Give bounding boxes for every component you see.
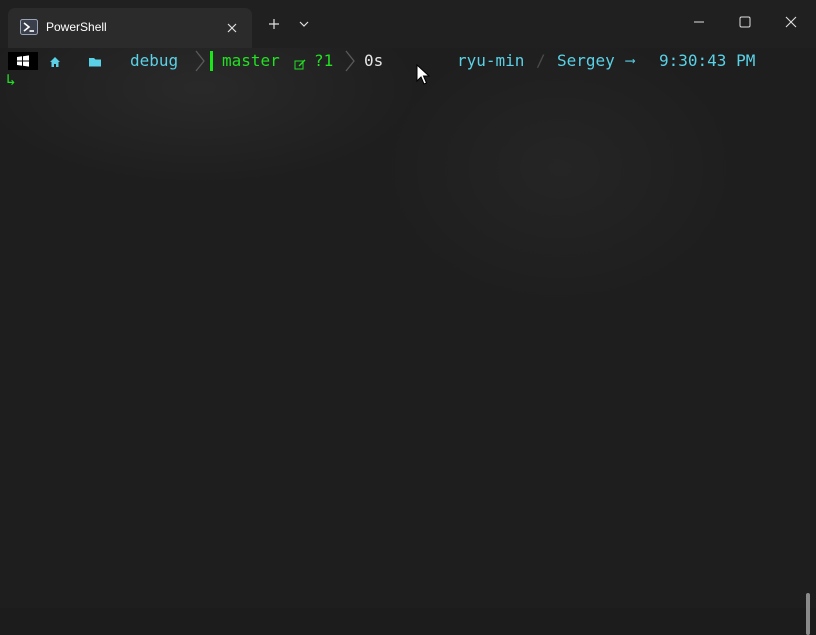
segment-separator <box>195 50 205 72</box>
segment-separator <box>345 50 355 72</box>
clock: 9:30:43 PM <box>659 51 756 70</box>
scrollbar[interactable] <box>806 593 810 635</box>
command-duration: 0s <box>364 51 384 70</box>
maximize-icon[interactable] <box>722 6 768 38</box>
powershell-icon <box>20 19 38 35</box>
git-branch-icon <box>210 51 213 71</box>
user-name: Sergey <box>557 51 615 70</box>
git-untracked-count: ?1 <box>314 51 334 70</box>
git-branch: master <box>222 51 280 70</box>
path-segment: debug <box>130 51 179 70</box>
plus-icon[interactable] <box>264 14 284 34</box>
terminal-area[interactable]: debug master ?1 0s ryu-min / Sergey ⟶ 9:… <box>0 48 816 635</box>
host-name: ryu-min <box>457 51 525 70</box>
prompt-line: debug master ?1 0s ryu-min / Sergey ⟶ 9:… <box>8 50 808 72</box>
mouse-pointer-icon <box>416 63 431 90</box>
close-icon[interactable] <box>222 18 242 38</box>
tab-title: PowerShell <box>46 20 107 34</box>
minimize-icon[interactable] <box>676 6 722 38</box>
close-icon[interactable] <box>768 6 814 38</box>
edit-icon <box>294 55 306 77</box>
prompt-input-symbol: ↳ <box>6 70 16 89</box>
title-bar: PowerShell <box>0 0 816 48</box>
folder-icon <box>88 53 102 75</box>
chevron-down-icon[interactable] <box>294 14 314 34</box>
host-user-separator: / <box>536 51 546 70</box>
home-icon <box>48 53 62 75</box>
arrow-icon: ⟶ <box>626 53 635 69</box>
tab-powershell[interactable]: PowerShell <box>8 8 252 48</box>
windows-icon <box>8 52 38 70</box>
